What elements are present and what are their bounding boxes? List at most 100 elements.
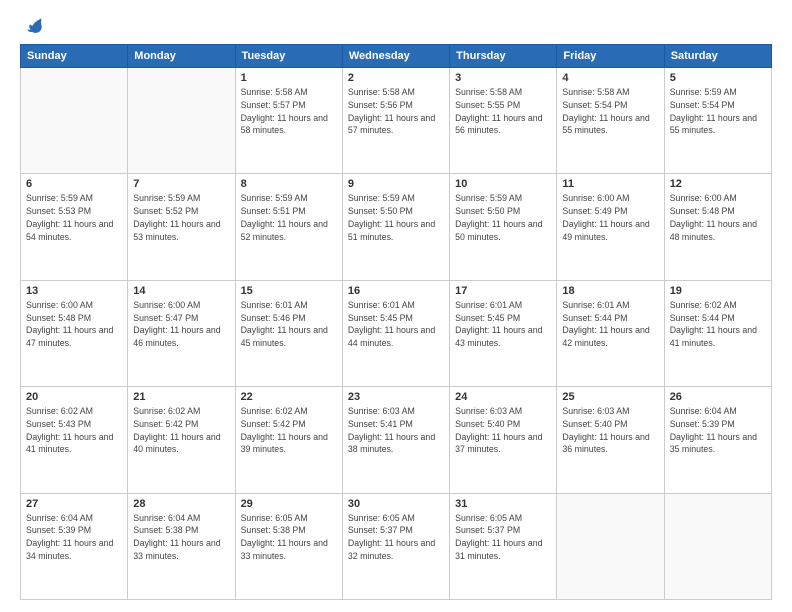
calendar-cell: 26 Sunrise: 6:04 AMSunset: 5:39 PMDayligh… xyxy=(664,387,771,493)
day-number: 5 xyxy=(670,72,766,84)
calendar-cell: 22 Sunrise: 6:02 AMSunset: 5:42 PMDayligh… xyxy=(235,387,342,493)
weekday-header-saturday: Saturday xyxy=(664,45,771,68)
weekday-header-tuesday: Tuesday xyxy=(235,45,342,68)
weekday-header-row: SundayMondayTuesdayWednesdayThursdayFrid… xyxy=(21,45,772,68)
day-info: Sunrise: 6:03 AMSunset: 5:40 PMDaylight:… xyxy=(455,405,551,456)
day-number: 20 xyxy=(26,391,122,403)
page: SundayMondayTuesdayWednesdayThursdayFrid… xyxy=(0,0,792,612)
day-number: 19 xyxy=(670,285,766,297)
day-info: Sunrise: 6:01 AMSunset: 5:46 PMDaylight:… xyxy=(241,299,337,350)
calendar-cell: 9 Sunrise: 5:59 AMSunset: 5:50 PMDaylight… xyxy=(342,174,449,280)
day-info: Sunrise: 6:04 AMSunset: 5:38 PMDaylight:… xyxy=(133,512,229,563)
day-info: Sunrise: 6:04 AMSunset: 5:39 PMDaylight:… xyxy=(26,512,122,563)
day-number: 28 xyxy=(133,498,229,510)
weekday-header-thursday: Thursday xyxy=(450,45,557,68)
day-number: 23 xyxy=(348,391,444,403)
day-info: Sunrise: 6:01 AMSunset: 5:45 PMDaylight:… xyxy=(348,299,444,350)
day-number: 22 xyxy=(241,391,337,403)
day-number: 3 xyxy=(455,72,551,84)
calendar-week-0: 1 Sunrise: 5:58 AMSunset: 5:57 PMDaylight… xyxy=(21,68,772,174)
calendar-cell: 31 Sunrise: 6:05 AMSunset: 5:37 PMDayligh… xyxy=(450,493,557,599)
day-number: 29 xyxy=(241,498,337,510)
calendar-cell: 2 Sunrise: 5:58 AMSunset: 5:56 PMDaylight… xyxy=(342,68,449,174)
day-info: Sunrise: 6:05 AMSunset: 5:37 PMDaylight:… xyxy=(455,512,551,563)
day-info: Sunrise: 6:05 AMSunset: 5:38 PMDaylight:… xyxy=(241,512,337,563)
day-info: Sunrise: 6:02 AMSunset: 5:42 PMDaylight:… xyxy=(133,405,229,456)
day-number: 2 xyxy=(348,72,444,84)
day-number: 26 xyxy=(670,391,766,403)
day-info: Sunrise: 5:59 AMSunset: 5:50 PMDaylight:… xyxy=(348,192,444,243)
day-number: 12 xyxy=(670,178,766,190)
calendar-cell: 6 Sunrise: 5:59 AMSunset: 5:53 PMDaylight… xyxy=(21,174,128,280)
day-info: Sunrise: 5:58 AMSunset: 5:57 PMDaylight:… xyxy=(241,86,337,137)
calendar-cell xyxy=(128,68,235,174)
day-info: Sunrise: 6:02 AMSunset: 5:44 PMDaylight:… xyxy=(670,299,766,350)
day-number: 1 xyxy=(241,72,337,84)
calendar-cell: 16 Sunrise: 6:01 AMSunset: 5:45 PMDayligh… xyxy=(342,280,449,386)
day-info: Sunrise: 6:03 AMSunset: 5:41 PMDaylight:… xyxy=(348,405,444,456)
calendar-cell: 18 Sunrise: 6:01 AMSunset: 5:44 PMDayligh… xyxy=(557,280,664,386)
day-number: 15 xyxy=(241,285,337,297)
day-number: 8 xyxy=(241,178,337,190)
calendar-cell: 3Sunrise: 5:58 AMSunset: 5:55 PMDaylight… xyxy=(450,68,557,174)
calendar-cell: 4 Sunrise: 5:58 AMSunset: 5:54 PMDaylight… xyxy=(557,68,664,174)
calendar-cell: 27 Sunrise: 6:04 AMSunset: 5:39 PMDayligh… xyxy=(21,493,128,599)
logo xyxy=(20,16,44,36)
calendar-cell: 21Sunrise: 6:02 AMSunset: 5:42 PMDayligh… xyxy=(128,387,235,493)
calendar-cell: 15 Sunrise: 6:01 AMSunset: 5:46 PMDayligh… xyxy=(235,280,342,386)
calendar-cell: 30 Sunrise: 6:05 AMSunset: 5:37 PMDayligh… xyxy=(342,493,449,599)
calendar-cell: 17 Sunrise: 6:01 AMSunset: 5:45 PMDayligh… xyxy=(450,280,557,386)
calendar-cell: 12Sunrise: 6:00 AMSunset: 5:48 PMDayligh… xyxy=(664,174,771,280)
day-number: 6 xyxy=(26,178,122,190)
logo-bird-icon xyxy=(24,16,44,36)
day-info: Sunrise: 6:00 AMSunset: 5:47 PMDaylight:… xyxy=(133,299,229,350)
calendar-week-4: 27 Sunrise: 6:04 AMSunset: 5:39 PMDayligh… xyxy=(21,493,772,599)
day-number: 18 xyxy=(562,285,658,297)
day-number: 14 xyxy=(133,285,229,297)
day-number: 16 xyxy=(348,285,444,297)
day-info: Sunrise: 6:03 AMSunset: 5:40 PMDaylight:… xyxy=(562,405,658,456)
day-number: 31 xyxy=(455,498,551,510)
calendar-cell: 8Sunrise: 5:59 AMSunset: 5:51 PMDaylight… xyxy=(235,174,342,280)
calendar-cell: 24Sunrise: 6:03 AMSunset: 5:40 PMDayligh… xyxy=(450,387,557,493)
day-number: 11 xyxy=(562,178,658,190)
day-number: 10 xyxy=(455,178,551,190)
calendar-cell: 23 Sunrise: 6:03 AMSunset: 5:41 PMDayligh… xyxy=(342,387,449,493)
day-info: Sunrise: 5:58 AMSunset: 5:56 PMDaylight:… xyxy=(348,86,444,137)
calendar-cell: 5 Sunrise: 5:59 AMSunset: 5:54 PMDaylight… xyxy=(664,68,771,174)
calendar-cell: 29 Sunrise: 6:05 AMSunset: 5:38 PMDayligh… xyxy=(235,493,342,599)
calendar-cell: 20 Sunrise: 6:02 AMSunset: 5:43 PMDayligh… xyxy=(21,387,128,493)
day-info: Sunrise: 5:59 AMSunset: 5:52 PMDaylight:… xyxy=(133,192,229,243)
calendar-cell xyxy=(664,493,771,599)
day-info: Sunrise: 6:02 AMSunset: 5:43 PMDaylight:… xyxy=(26,405,122,456)
day-info: Sunrise: 5:58 AMSunset: 5:54 PMDaylight:… xyxy=(562,86,658,137)
day-info: Sunrise: 6:05 AMSunset: 5:37 PMDaylight:… xyxy=(348,512,444,563)
day-number: 27 xyxy=(26,498,122,510)
day-info: Sunrise: 5:59 AMSunset: 5:54 PMDaylight:… xyxy=(670,86,766,137)
day-number: 13 xyxy=(26,285,122,297)
logo-text xyxy=(20,16,44,36)
calendar-cell: 1 Sunrise: 5:58 AMSunset: 5:57 PMDaylight… xyxy=(235,68,342,174)
day-number: 7 xyxy=(133,178,229,190)
day-info: Sunrise: 6:01 AMSunset: 5:45 PMDaylight:… xyxy=(455,299,551,350)
day-number: 17 xyxy=(455,285,551,297)
calendar-week-1: 6 Sunrise: 5:59 AMSunset: 5:53 PMDaylight… xyxy=(21,174,772,280)
weekday-header-monday: Monday xyxy=(128,45,235,68)
calendar-cell: 13 Sunrise: 6:00 AMSunset: 5:48 PMDayligh… xyxy=(21,280,128,386)
day-number: 4 xyxy=(562,72,658,84)
day-number: 9 xyxy=(348,178,444,190)
calendar-cell: 19 Sunrise: 6:02 AMSunset: 5:44 PMDayligh… xyxy=(664,280,771,386)
weekday-header-friday: Friday xyxy=(557,45,664,68)
calendar-cell: 25Sunrise: 6:03 AMSunset: 5:40 PMDayligh… xyxy=(557,387,664,493)
calendar-cell: 7 Sunrise: 5:59 AMSunset: 5:52 PMDaylight… xyxy=(128,174,235,280)
day-info: Sunrise: 5:59 AMSunset: 5:53 PMDaylight:… xyxy=(26,192,122,243)
weekday-header-sunday: Sunday xyxy=(21,45,128,68)
day-info: Sunrise: 6:00 AMSunset: 5:49 PMDaylight:… xyxy=(562,192,658,243)
day-info: Sunrise: 6:04 AMSunset: 5:39 PMDaylight:… xyxy=(670,405,766,456)
day-number: 30 xyxy=(348,498,444,510)
day-info: Sunrise: 6:01 AMSunset: 5:44 PMDaylight:… xyxy=(562,299,658,350)
day-info: Sunrise: 6:00 AMSunset: 5:48 PMDaylight:… xyxy=(26,299,122,350)
day-info: Sunrise: 6:02 AMSunset: 5:42 PMDaylight:… xyxy=(241,405,337,456)
weekday-header-wednesday: Wednesday xyxy=(342,45,449,68)
calendar: SundayMondayTuesdayWednesdayThursdayFrid… xyxy=(20,44,772,600)
